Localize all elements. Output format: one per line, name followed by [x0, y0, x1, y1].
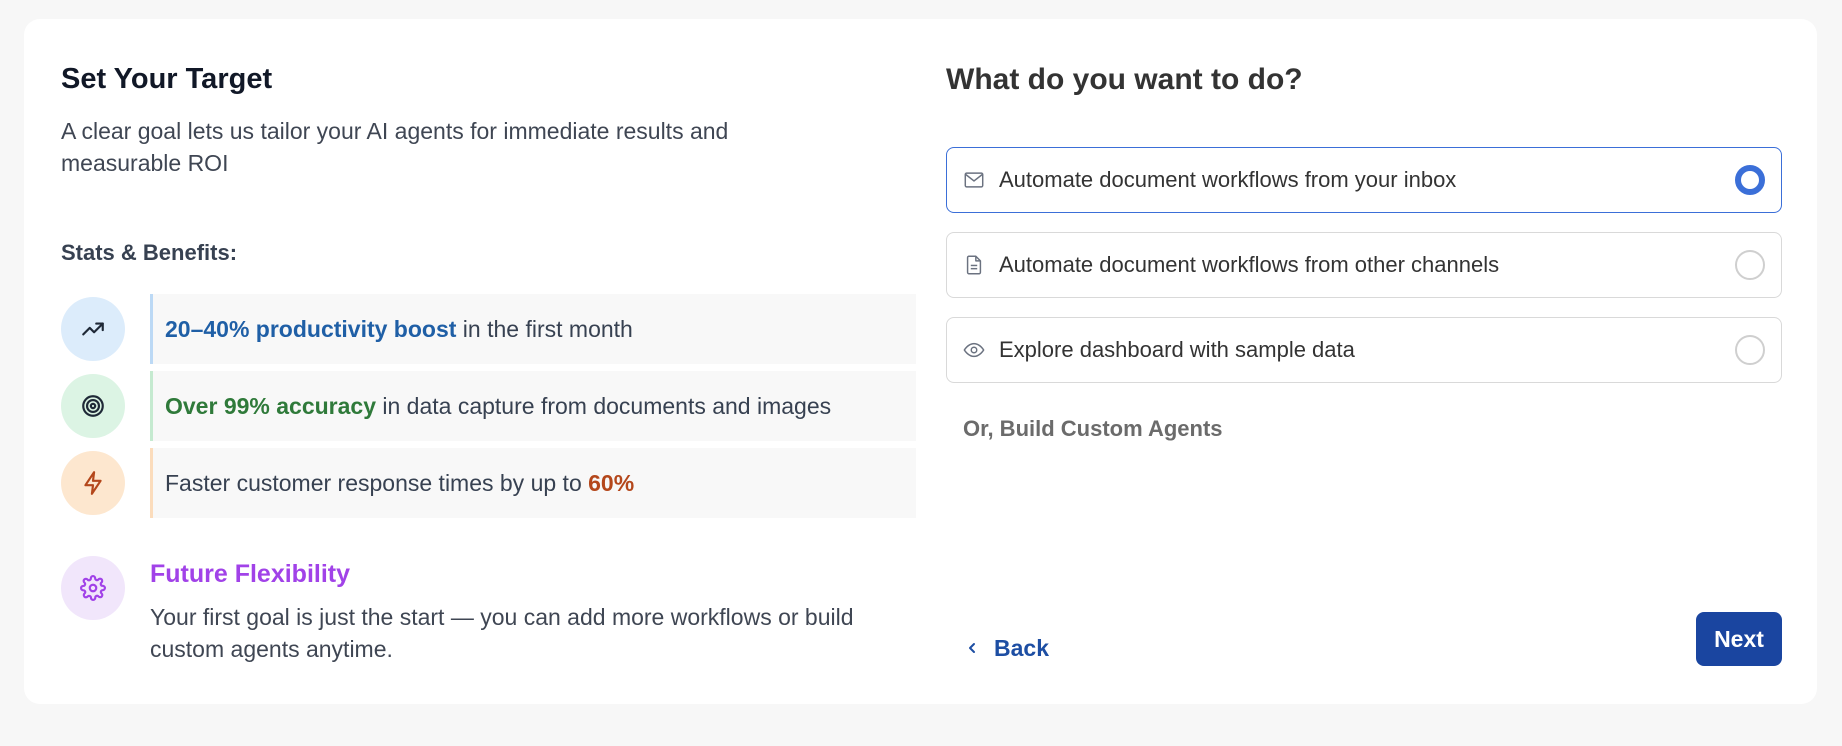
lightning-icon: [61, 451, 125, 515]
target-icon: [61, 374, 125, 438]
stat-row-accuracy: Over 99% accuracy in data capture from d…: [61, 371, 916, 441]
back-button[interactable]: Back: [958, 623, 1055, 673]
radio-button[interactable]: [1735, 165, 1765, 195]
back-label: Back: [994, 634, 1049, 661]
option-other-channels[interactable]: Automate document workflows from other c…: [946, 232, 1782, 298]
stat-highlight: Over 99% accuracy: [165, 392, 376, 419]
option-label: Automate document workflows from your in…: [999, 167, 1457, 192]
option-inbox-workflows[interactable]: Automate document workflows from your in…: [946, 147, 1782, 213]
flexibility-title: Future Flexibility: [150, 560, 351, 588]
gear-icon: [61, 556, 125, 620]
next-button[interactable]: Next: [1696, 612, 1782, 666]
stat-description: in data capture from documents and image…: [376, 392, 832, 419]
trending-up-icon: [61, 297, 125, 361]
stat-row-response-time: Faster customer response times by up to …: [61, 448, 916, 518]
mail-icon: [964, 172, 984, 188]
stat-description: Faster customer response times by up to: [165, 469, 589, 496]
stats-heading: Stats & Benefits:: [61, 240, 238, 265]
flexibility-description: Your first goal is just the start — you …: [150, 604, 854, 662]
onboarding-card: Set Your Target A clear goal lets us tai…: [24, 19, 1817, 704]
page-title: Set Your Target: [61, 63, 273, 95]
question-title: What do you want to do?: [946, 63, 1303, 96]
option-label: Explore dashboard with sample data: [999, 337, 1355, 362]
stat-highlight: 60%: [588, 469, 635, 496]
stat-description: in the first month: [456, 315, 633, 342]
stat-text: Faster customer response times by up to …: [150, 448, 916, 518]
option-explore-dashboard[interactable]: Explore dashboard with sample data: [946, 317, 1782, 383]
stat-row-productivity: 20–40% productivity boost in the first m…: [61, 294, 916, 364]
option-label: Automate document workflows from other c…: [999, 252, 1500, 277]
chevron-left-icon: [969, 643, 975, 653]
radio-button[interactable]: [1735, 250, 1765, 280]
stat-highlight: 20–40% productivity boost: [165, 315, 457, 342]
build-custom-agents-link[interactable]: Or, Build Custom Agents: [963, 416, 1223, 442]
page-subtitle: A clear goal lets us tailor your AI agen…: [61, 118, 729, 176]
document-icon: [966, 255, 982, 275]
radio-button[interactable]: [1735, 335, 1765, 365]
eye-icon: [963, 342, 985, 358]
stat-text: 20–40% productivity boost in the first m…: [150, 294, 916, 364]
stat-text: Over 99% accuracy in data capture from d…: [150, 371, 916, 441]
